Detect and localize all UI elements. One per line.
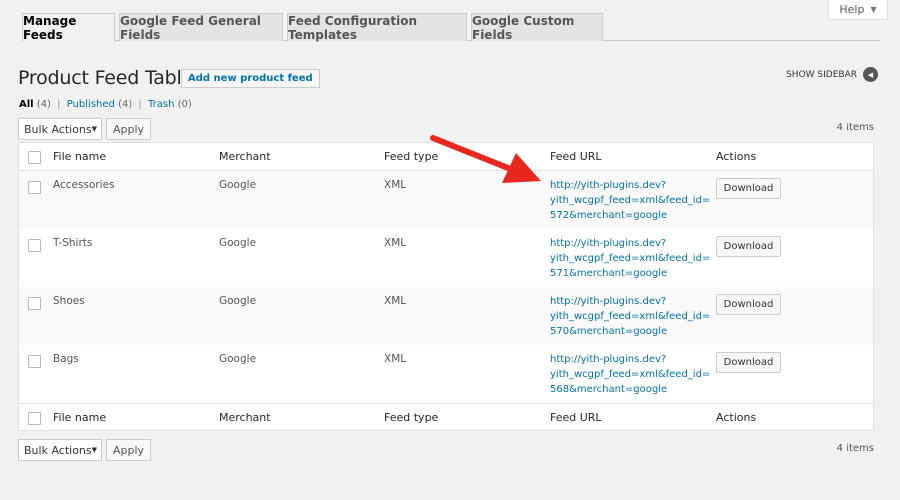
feed-url-line: http://yith-plugins.dev? — [550, 238, 667, 249]
table-row: Accessories Google XML http://yith-plugi… — [19, 171, 873, 229]
feed-type: XML — [384, 179, 407, 191]
row-checkbox[interactable] — [28, 239, 41, 252]
caret-down-icon: ▼ — [91, 446, 97, 454]
settings-tabs: Manage Feeds Google Feed General Fields … — [22, 13, 880, 42]
tab-label: Manage Feeds — [23, 14, 77, 42]
merchant: Google — [219, 295, 257, 307]
bulk-actions-select[interactable]: Bulk Actions ▼ — [18, 439, 102, 461]
feed-url-line: yith_wcgpf_feed=xml&feed_id= — [550, 253, 711, 264]
apply-button[interactable]: Apply — [106, 118, 151, 140]
tab-feed-configuration-templates[interactable]: Feed Configuration Templates — [287, 13, 467, 42]
tablenav-bottom: Bulk Actions ▼ Apply 4 items — [18, 439, 874, 461]
row-checkbox[interactable] — [28, 297, 41, 310]
filter-published-link[interactable]: Published — [67, 99, 115, 110]
filter-trash-count: (0) — [177, 99, 192, 110]
column-header-feed-type: Feed type — [384, 150, 439, 163]
merchant: Google — [219, 179, 257, 191]
filter-all-link[interactable]: All — [19, 99, 34, 110]
items-count: 4 items — [836, 122, 874, 133]
column-footer-actions: Actions — [716, 411, 757, 424]
caret-down-icon: ▼ — [91, 125, 97, 133]
feed-url-line: http://yith-plugins.dev? — [550, 180, 667, 191]
table-row: Shoes Google XML http://yith-plugins.dev… — [19, 287, 873, 345]
merchant: Google — [219, 237, 257, 249]
feed-url-line: 568&merchant=google — [550, 384, 668, 395]
download-button[interactable]: Download — [716, 294, 781, 315]
file-name[interactable]: Accessories — [53, 179, 115, 191]
feed-url-line: http://yith-plugins.dev? — [550, 354, 667, 365]
tab-label: Google Custom Fields — [472, 13, 575, 42]
bulk-actions-value: Bulk Actions — [24, 122, 92, 136]
column-header-merchant: Merchant — [219, 150, 271, 163]
feed-type: XML — [384, 237, 407, 249]
file-name[interactable]: Shoes — [53, 295, 85, 307]
column-footer-file-name[interactable]: File name — [53, 411, 106, 424]
column-header-file-name[interactable]: File name — [53, 150, 106, 163]
column-header-actions: Actions — [716, 150, 757, 163]
merchant: Google — [219, 353, 257, 365]
column-header-feed-url: Feed URL — [550, 150, 602, 163]
product-feed-table: File name Merchant Feed type Feed URL Ac… — [18, 142, 874, 431]
download-button[interactable]: Download — [716, 352, 781, 373]
select-all-checkbox[interactable] — [28, 412, 41, 425]
row-checkbox[interactable] — [28, 181, 41, 194]
tab-label: Feed Configuration Templates — [288, 13, 418, 42]
add-new-product-feed-button[interactable]: Add new product feed — [181, 69, 320, 88]
tab-google-custom-fields[interactable]: Google Custom Fields — [471, 13, 603, 42]
feed-type: XML — [384, 353, 407, 365]
row-checkbox[interactable] — [28, 355, 41, 368]
feed-url-link[interactable]: http://yith-plugins.dev? yith_wcgpf_feed… — [550, 178, 715, 223]
feed-url-line: 571&merchant=google — [550, 268, 668, 279]
feed-url-link[interactable]: http://yith-plugins.dev? yith_wcgpf_feed… — [550, 294, 715, 339]
tab-manage-feeds[interactable]: Manage Feeds — [22, 13, 115, 42]
page-title: Product Feed Table — [18, 67, 194, 89]
feed-url-line: 572&merchant=google — [550, 210, 668, 221]
file-name[interactable]: Bags — [53, 353, 79, 365]
separator: | — [57, 99, 61, 110]
filter-trash-link[interactable]: Trash — [148, 99, 174, 110]
bulk-actions-value: Bulk Actions — [24, 443, 92, 457]
bulk-actions-select[interactable]: Bulk Actions ▼ — [18, 118, 102, 140]
download-button[interactable]: Download — [716, 178, 781, 199]
apply-button[interactable]: Apply — [106, 439, 151, 461]
filter-all-count: (4) — [36, 99, 51, 110]
feed-type: XML — [384, 295, 407, 307]
column-footer-merchant: Merchant — [219, 411, 271, 424]
table-header: File name Merchant Feed type Feed URL Ac… — [19, 143, 873, 171]
feed-url-line: yith_wcgpf_feed=xml&feed_id= — [550, 369, 711, 380]
column-footer-feed-type: Feed type — [384, 411, 439, 424]
download-button[interactable]: Download — [716, 236, 781, 257]
table-row: T-Shirts Google XML http://yith-plugins.… — [19, 229, 873, 287]
tablenav-top: Bulk Actions ▼ Apply 4 items — [18, 118, 874, 140]
filter-published-count: (4) — [118, 99, 133, 110]
feed-url-link[interactable]: http://yith-plugins.dev? yith_wcgpf_feed… — [550, 236, 715, 281]
show-sidebar-toggle[interactable]: SHOW SIDEBAR ◀ — [786, 67, 878, 82]
items-count: 4 items — [836, 443, 874, 454]
tab-google-feed-general-fields[interactable]: Google Feed General Fields — [119, 13, 283, 42]
select-all-checkbox[interactable] — [28, 151, 41, 164]
separator: | — [138, 99, 142, 110]
feed-url-line: yith_wcgpf_feed=xml&feed_id= — [550, 195, 711, 206]
feed-url-link[interactable]: http://yith-plugins.dev? yith_wcgpf_feed… — [550, 352, 715, 397]
feed-url-line: yith_wcgpf_feed=xml&feed_id= — [550, 311, 711, 322]
arrow-left-circle-icon: ◀ — [863, 67, 878, 82]
show-sidebar-label: SHOW SIDEBAR — [786, 69, 857, 80]
table-row: Bags Google XML http://yith-plugins.dev?… — [19, 345, 873, 403]
column-footer-feed-url: Feed URL — [550, 411, 602, 424]
file-name[interactable]: T-Shirts — [53, 237, 92, 249]
status-filter-links: All (4) | Published (4) | Trash (0) — [19, 99, 192, 110]
table-footer: File name Merchant Feed type Feed URL Ac… — [19, 403, 873, 431]
feed-url-line: 570&merchant=google — [550, 326, 668, 337]
tab-label: Google Feed General Fields — [120, 13, 261, 42]
feed-url-line: http://yith-plugins.dev? — [550, 296, 667, 307]
